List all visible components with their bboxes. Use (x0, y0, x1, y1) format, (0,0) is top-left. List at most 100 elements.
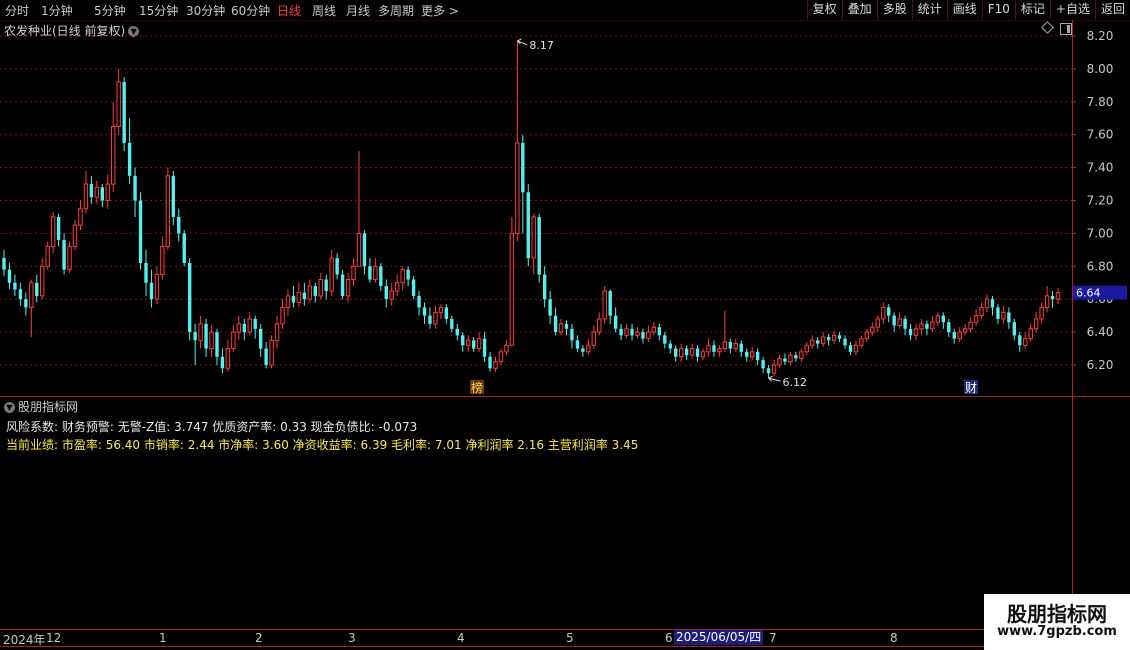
candle-body-up (962, 328, 968, 333)
candle-body-up (678, 348, 684, 358)
candle-body-up (1001, 311, 1006, 320)
candle-body-up (40, 265, 45, 297)
candle-body-down (35, 282, 39, 296)
candle-body-up (1039, 306, 1044, 320)
date-label-apr: 4 (457, 631, 465, 645)
candle-body-down (204, 323, 208, 349)
candle-body-up (225, 348, 231, 369)
candle-body-down (619, 328, 623, 336)
candle-body-down (684, 348, 689, 356)
candle-body-up (804, 344, 809, 353)
candle-body-down (127, 142, 132, 176)
candle-body-down (613, 315, 618, 329)
candle-body-up (269, 339, 274, 366)
candle-body-up (1023, 338, 1028, 346)
candle-body-up (198, 323, 203, 341)
candle-body-up (236, 323, 242, 333)
candle-body-down (133, 175, 137, 201)
candle-body-up (493, 361, 498, 369)
marker-cai: 财 (965, 381, 977, 395)
candle-body-up (635, 331, 640, 336)
candle-body-down (761, 360, 765, 369)
candle-body-down (843, 338, 847, 346)
candle-body-up (72, 224, 78, 248)
candle-body-down (406, 269, 410, 280)
candle-body-down (1018, 335, 1022, 346)
candle-body-up (307, 285, 313, 300)
candle-body-down (908, 328, 913, 336)
candle-body-down (122, 82, 126, 143)
candle-body-up (165, 175, 171, 248)
candle-body-up (78, 208, 83, 226)
candle-body-down (488, 356, 492, 369)
candle-body-up (788, 354, 793, 363)
chart-canvas[interactable]: 8.208.007.807.607.407.207.006.806.606.40… (0, 0, 1130, 650)
candle-body-up (285, 295, 291, 308)
candle-body-down (471, 340, 476, 349)
candle-body-down (417, 295, 421, 308)
candle-body-up (438, 306, 444, 313)
candle-body-down (62, 239, 66, 270)
candle-body-down (335, 258, 339, 275)
candle-body-up (624, 328, 629, 336)
candle-body-up (651, 326, 657, 333)
price-tick-label: 8.00 (1087, 62, 1114, 76)
candle-body-up (777, 357, 782, 366)
candle-body-down (258, 328, 263, 349)
candle-body-down (728, 341, 733, 349)
candle-body-up (689, 348, 695, 356)
candle-body-down (291, 295, 296, 303)
candle-body-down (89, 184, 94, 198)
candle-body-down (144, 263, 148, 283)
candle-body-up (1028, 328, 1033, 340)
candle-body-down (641, 332, 645, 339)
candle-body-down (996, 307, 1000, 319)
candle-body-down (340, 274, 345, 296)
candle-body-down (444, 307, 449, 319)
date-label-jan: 1 (159, 631, 167, 645)
price-tick-label: 7.40 (1087, 161, 1114, 175)
candle-body-down (187, 263, 192, 333)
candle-body-down (663, 335, 667, 344)
candle-body-down (826, 337, 831, 341)
indicator-title[interactable]: ▼ 股朋指标网 (4, 398, 78, 415)
candle-body-down (455, 328, 459, 336)
performance-line: 当前业绩: 市盈率: 56.40 市销率: 2.44 市净率: 3.60 净资收… (6, 438, 639, 452)
candle-body-down (745, 351, 749, 357)
candle-body-down (542, 274, 547, 300)
candle-body-down (952, 332, 956, 339)
indicator-name: 股朋指标网 (18, 400, 79, 414)
high-arrow (516, 38, 528, 46)
price-grid (0, 35, 1072, 366)
candle-body-up (105, 183, 110, 202)
candle-body-down (526, 192, 530, 259)
candle-body-down (193, 332, 197, 341)
candle-body-down (2, 258, 6, 270)
candle-body-up (83, 183, 89, 210)
candle-body-up (831, 334, 837, 341)
candle-body-down (149, 282, 154, 300)
candle-body-down (766, 368, 771, 374)
chevron-down-icon[interactable]: ▼ (4, 402, 15, 413)
candle-body-up (67, 246, 72, 271)
price-tick-label: 7.00 (1087, 226, 1114, 240)
candle-body-up (45, 246, 50, 267)
candle-body-up (597, 318, 602, 333)
candle-body-up (820, 336, 826, 345)
candle-body-down (1007, 312, 1011, 323)
candle-body-down (264, 348, 268, 365)
candle-body-down (695, 348, 700, 357)
risk-line: 风险系数: 财务预警: 无警-Z值: 3.747 优质资产率: 0.33 现金负… (6, 420, 418, 434)
candle-body-down (887, 307, 891, 316)
candle-body-up (247, 318, 252, 333)
candle-body-down (368, 266, 372, 280)
candle-body-down (553, 315, 558, 333)
candle-body-down (24, 299, 28, 308)
price-tick-label: 7.80 (1087, 95, 1114, 109)
candle-body-down (220, 356, 225, 369)
candle-body-up (859, 338, 864, 346)
candle-body-up (154, 274, 160, 300)
date-label-jun: 6 (665, 631, 673, 645)
price-tick-label: 6.40 (1087, 325, 1114, 339)
candle-body-up (602, 290, 607, 320)
